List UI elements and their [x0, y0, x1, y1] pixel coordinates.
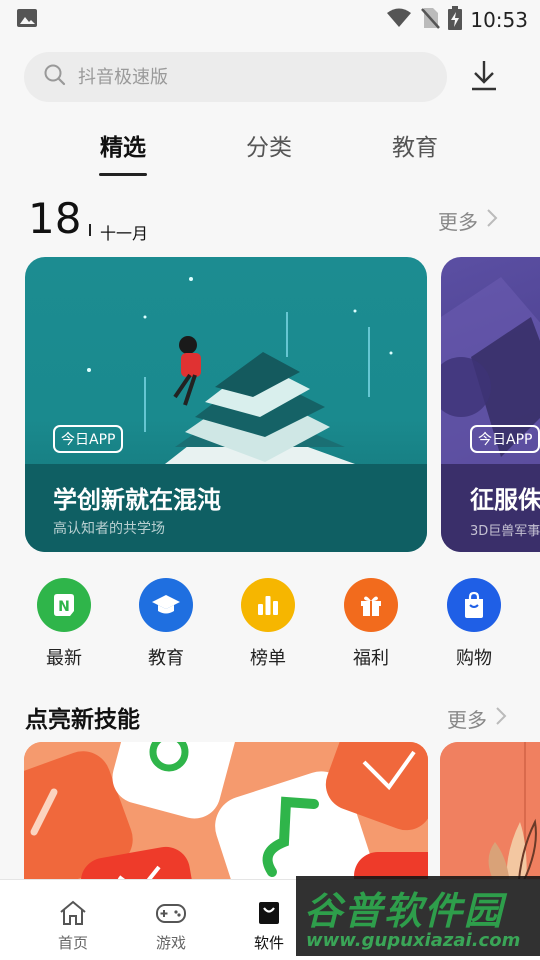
search-input[interactable]	[78, 66, 408, 88]
shopping-bag-icon	[447, 578, 501, 632]
tab-featured[interactable]: 精选	[100, 128, 146, 162]
category-label: 教育	[148, 648, 184, 669]
more-label: 更多	[438, 210, 478, 234]
card-subtitle: 高认知者的共学场	[53, 521, 165, 537]
nav-software[interactable]: 软件	[239, 898, 299, 953]
nav-home[interactable]: 首页	[43, 898, 103, 953]
today-app-badge: 今日APP	[53, 425, 124, 453]
category-education[interactable]: 教育	[131, 578, 201, 670]
category-label: 购物	[456, 648, 492, 669]
card-subtitle: 3D巨兽军事	[470, 524, 540, 539]
nav-label: 首页	[57, 934, 88, 952]
card-caption: 征服侏 3D巨兽军事	[441, 464, 540, 552]
status-time: 10:53	[470, 8, 528, 32]
category-label: 榜单	[250, 648, 286, 669]
chevron-right-icon	[495, 706, 507, 731]
search-bar[interactable]	[24, 52, 447, 102]
date-day: 18	[28, 194, 82, 243]
new-icon: N	[37, 578, 91, 632]
date-separator	[89, 224, 91, 236]
chevron-right-icon	[486, 208, 498, 233]
svg-text:N: N	[58, 599, 70, 615]
category-shopping[interactable]: 购物	[439, 578, 509, 670]
today-app-badge: 今日APP	[470, 425, 540, 453]
no-sim-icon	[420, 6, 441, 34]
category-label: 最新	[46, 648, 82, 669]
battery-charging-icon	[448, 6, 463, 34]
watermark-url: www.gupuxiazai.com	[306, 930, 521, 951]
card-title: 学创新就在混沌	[53, 486, 221, 514]
today-app-card-second[interactable]: 今日APP 征服侏 3D巨兽军事	[441, 257, 540, 552]
search-icon	[44, 64, 66, 90]
gamepad-icon	[141, 898, 201, 928]
software-bag-icon	[239, 898, 299, 928]
active-tab-indicator	[99, 173, 147, 176]
card-caption: 学创新就在混沌 高认知者的共学场	[25, 464, 427, 552]
home-icon	[43, 898, 103, 928]
tab-education[interactable]: 教育	[392, 128, 438, 162]
bar-chart-icon	[241, 578, 295, 632]
category-label: 福利	[353, 648, 389, 669]
nav-label: 软件	[253, 934, 284, 952]
section-title: 点亮新技能	[25, 707, 140, 733]
today-app-card-hundun[interactable]: 今日APP 学创新就在混沌 高认知者的共学场	[25, 257, 427, 552]
nav-label: 游戏	[155, 934, 186, 952]
download-icon	[470, 59, 498, 95]
more-skills-button[interactable]: 更多	[447, 704, 507, 733]
watermark-title: 谷普软件园	[304, 889, 505, 933]
category-rankings[interactable]: 榜单	[233, 578, 303, 670]
graduation-cap-icon	[139, 578, 193, 632]
status-bar: 10:53	[0, 0, 540, 38]
top-tabs: 精选 分类 教育	[0, 120, 540, 180]
watermark-overlay: 谷普软件园 www.gupuxiazai.com	[296, 876, 540, 956]
date-month: 十一月	[100, 224, 149, 243]
tab-categories[interactable]: 分类	[246, 128, 292, 162]
gift-icon	[344, 578, 398, 632]
download-button[interactable]	[466, 58, 502, 96]
image-notification-icon	[16, 8, 38, 28]
more-label: 更多	[447, 708, 487, 732]
category-benefits[interactable]: 福利	[336, 578, 406, 670]
more-today-button[interactable]: 更多	[438, 206, 498, 235]
card-title: 征服侏	[470, 486, 540, 514]
category-newest[interactable]: N 最新	[29, 578, 99, 670]
nav-games[interactable]: 游戏	[141, 898, 201, 953]
wifi-icon	[386, 7, 412, 33]
